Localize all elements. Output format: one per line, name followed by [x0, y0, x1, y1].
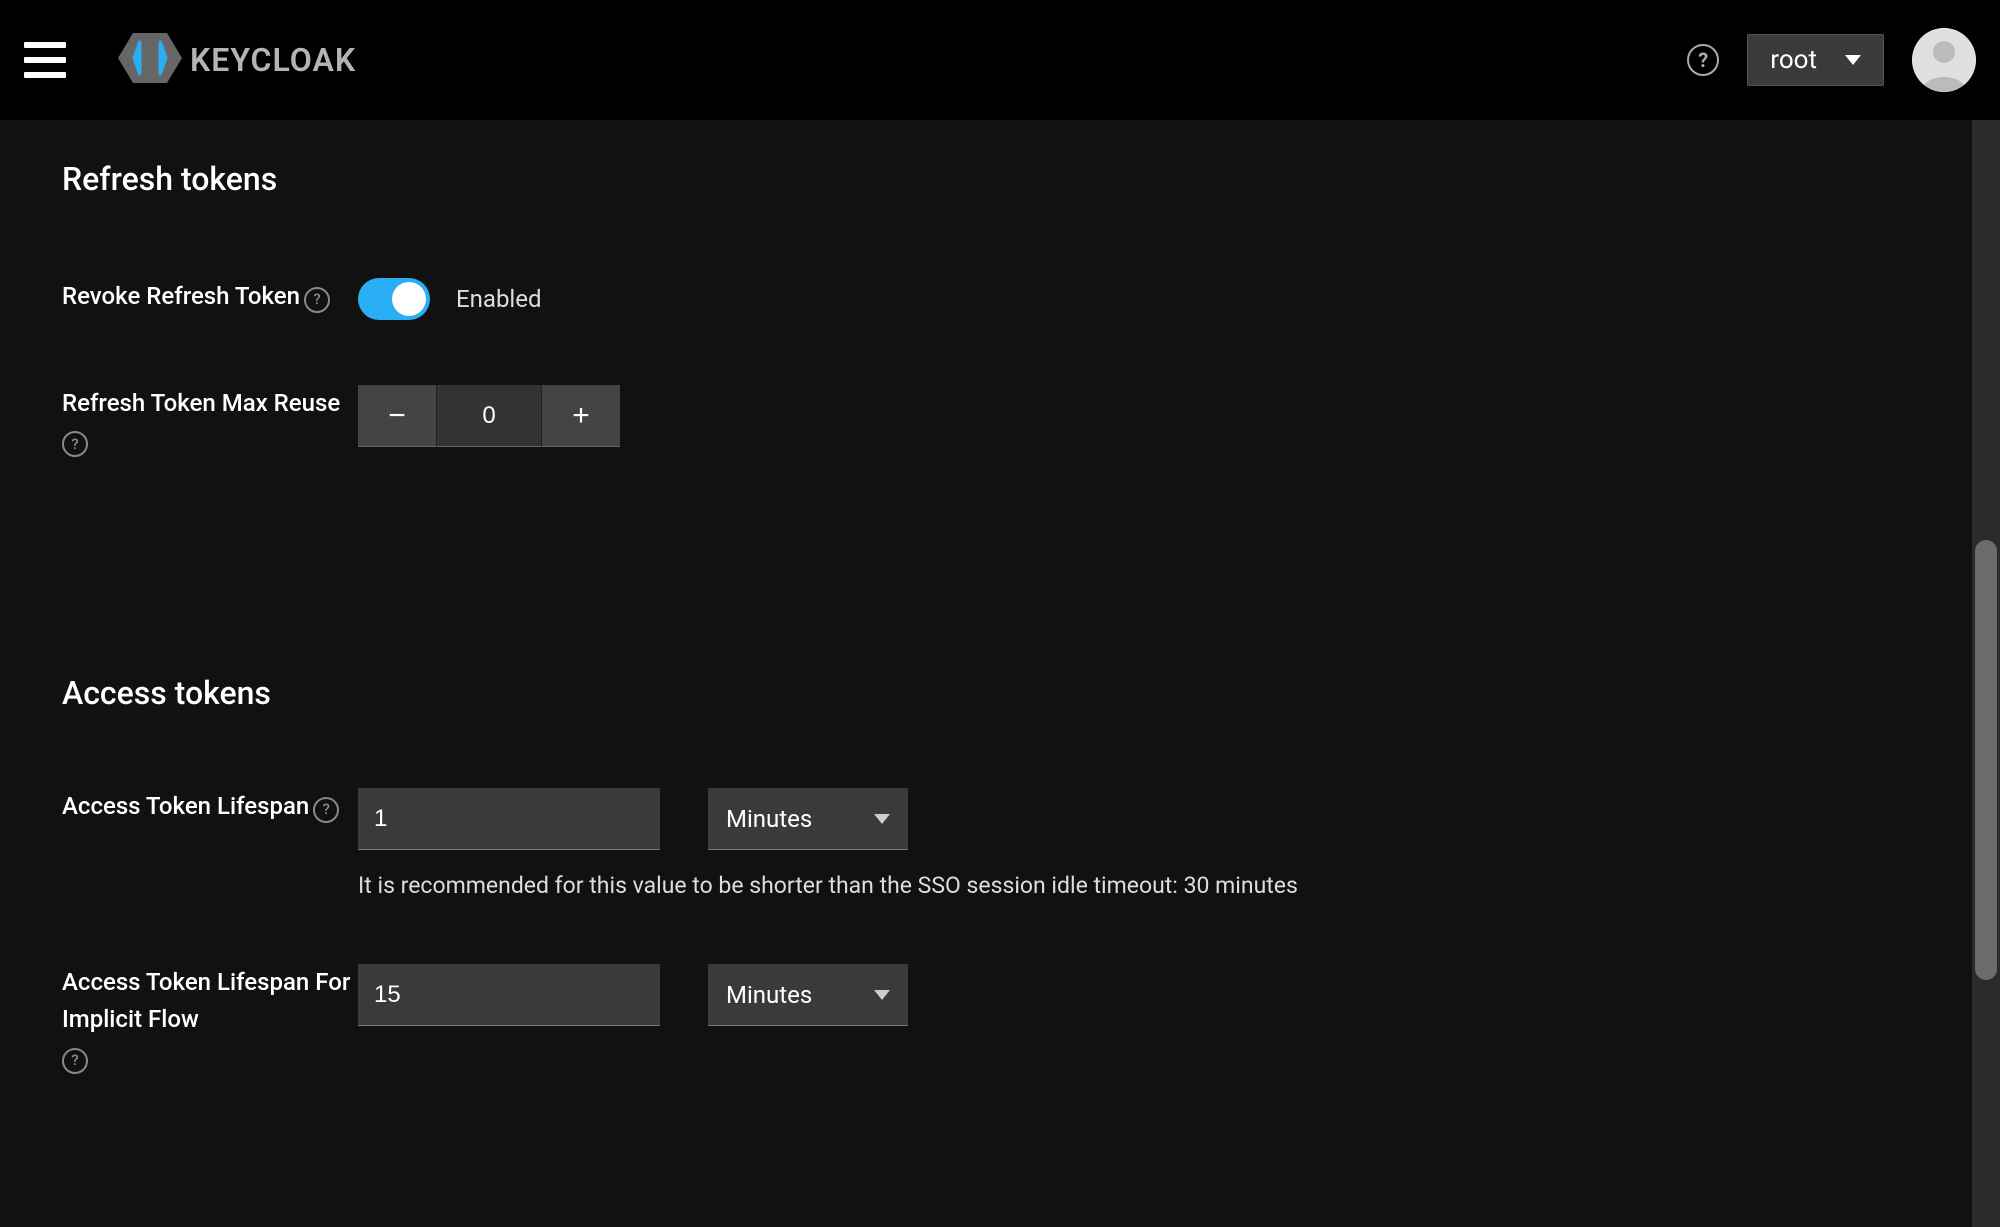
- toggle-revoke-refresh-token[interactable]: [358, 278, 430, 320]
- user-avatar[interactable]: [1912, 28, 1976, 92]
- increment-button[interactable]: +: [542, 385, 620, 447]
- app-header: KEYCLOAK ? root: [0, 0, 2000, 120]
- select-access-token-lifespan-unit[interactable]: Minutes: [708, 788, 908, 850]
- menu-toggle-button[interactable]: [24, 42, 66, 78]
- decrement-button[interactable]: −: [358, 385, 436, 447]
- label-access-token-lifespan-implicit: Access Token Lifespan For Implicit Flow: [62, 964, 358, 1038]
- brand-logo[interactable]: KEYCLOAK: [116, 29, 356, 91]
- label-revoke-refresh-token: Revoke Refresh Token: [62, 278, 300, 315]
- help-icon[interactable]: ?: [304, 287, 330, 313]
- scrollbar-thumb[interactable]: [1975, 540, 1997, 980]
- caret-down-icon: [874, 990, 890, 1000]
- toggle-state-label: Enabled: [456, 285, 542, 313]
- label-refresh-token-max-reuse: Refresh Token Max Reuse: [62, 385, 340, 422]
- row-access-token-lifespan-implicit: Access Token Lifespan For Implicit Flow …: [62, 964, 1940, 1070]
- help-icon[interactable]: ?: [62, 431, 88, 457]
- help-button[interactable]: ?: [1687, 44, 1719, 76]
- keycloak-logo-icon: [116, 29, 184, 91]
- caret-down-icon: [874, 814, 890, 824]
- stepper-refresh-token-max-reuse: − +: [358, 385, 620, 447]
- input-access-token-lifespan[interactable]: [358, 788, 660, 850]
- row-refresh-token-max-reuse: Refresh Token Max Reuse ? − +: [62, 385, 1940, 454]
- main-content: Refresh tokens Revoke Refresh Token ? En…: [0, 120, 2000, 1227]
- row-revoke-refresh-token: Revoke Refresh Token ? Enabled: [62, 278, 1940, 320]
- input-refresh-token-max-reuse[interactable]: [436, 385, 542, 447]
- select-access-token-lifespan-implicit-unit[interactable]: Minutes: [708, 964, 908, 1026]
- help-icon[interactable]: ?: [313, 797, 339, 823]
- section-title-access-tokens: Access tokens: [62, 634, 1940, 788]
- help-icon[interactable]: ?: [62, 1048, 88, 1074]
- input-access-token-lifespan-implicit[interactable]: [358, 964, 660, 1026]
- label-access-token-lifespan: Access Token Lifespan: [62, 788, 309, 825]
- realm-selector[interactable]: root: [1747, 34, 1884, 86]
- section-title-refresh-tokens: Refresh tokens: [62, 120, 1940, 278]
- brand-text: KEYCLOAK: [190, 41, 356, 79]
- row-access-token-lifespan: Access Token Lifespan ? Minutes It is re…: [62, 788, 1940, 899]
- scrollbar-track[interactable]: [1972, 120, 2000, 1227]
- helper-access-token-lifespan: It is recommended for this value to be s…: [358, 872, 1298, 899]
- select-value: Minutes: [726, 805, 812, 833]
- select-value: Minutes: [726, 981, 812, 1009]
- caret-down-icon: [1845, 55, 1861, 65]
- realm-selector-label: root: [1770, 45, 1817, 75]
